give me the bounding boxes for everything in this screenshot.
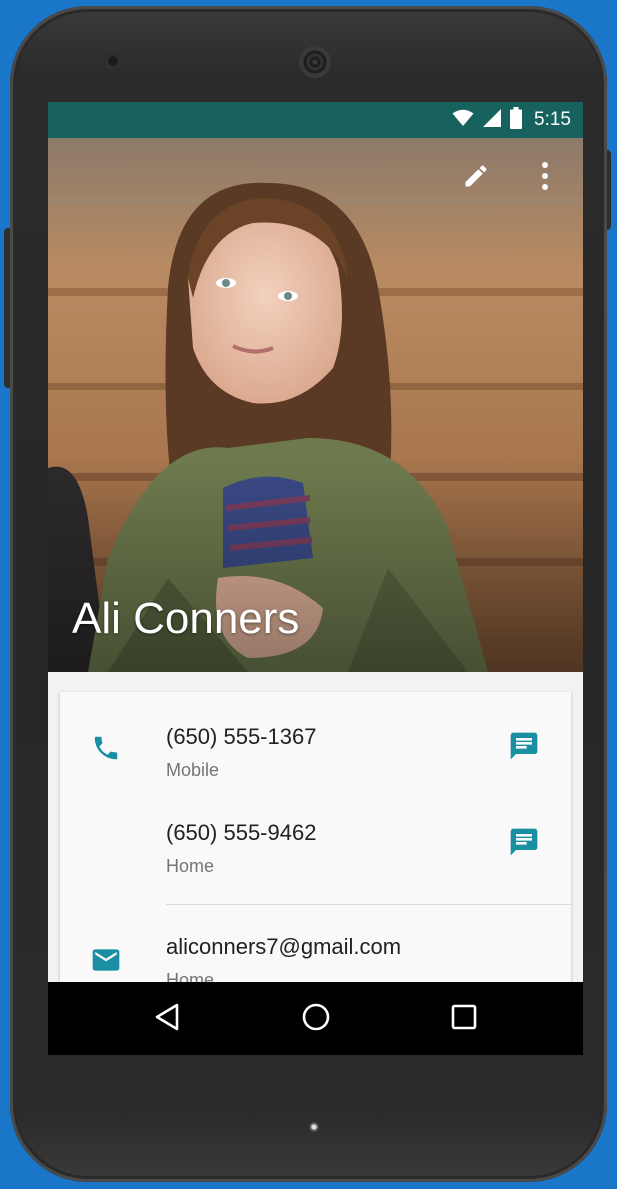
phone-icon bbox=[88, 730, 124, 766]
home-icon bbox=[301, 1002, 331, 1037]
back-button[interactable] bbox=[144, 996, 190, 1042]
home-button[interactable] bbox=[293, 996, 339, 1042]
contact-name: Ali Conners bbox=[72, 594, 300, 643]
more-vert-icon bbox=[541, 161, 549, 196]
phone-row-home[interactable]: (650) 555-9462 Home bbox=[60, 800, 571, 890]
status-icons: 5:15 bbox=[452, 102, 571, 138]
notification-led bbox=[309, 1122, 319, 1132]
phone-number: (650) 555-9462 bbox=[166, 820, 317, 845]
phone-frame: 5:15 Ali Conners (650) 555-1367 Mobile (… bbox=[10, 6, 607, 1182]
more-options-button[interactable] bbox=[525, 158, 565, 198]
message-icon bbox=[508, 730, 540, 767]
front-camera bbox=[104, 52, 122, 70]
section-divider bbox=[166, 904, 571, 905]
message-button[interactable] bbox=[504, 824, 544, 864]
back-icon bbox=[154, 1003, 180, 1036]
email-address: aliconners7@gmail.com bbox=[166, 934, 402, 959]
cell-signal-icon bbox=[482, 108, 502, 133]
edit-icon bbox=[462, 162, 490, 195]
screen: 5:15 Ali Conners (650) 555-1367 Mobile (… bbox=[48, 102, 583, 1055]
status-bar: 5:15 bbox=[48, 102, 583, 138]
phone-type: Mobile bbox=[166, 760, 220, 780]
message-icon bbox=[508, 826, 540, 863]
wifi-icon bbox=[452, 109, 474, 132]
recents-icon bbox=[451, 1004, 477, 1035]
navigation-bar bbox=[48, 982, 583, 1055]
recents-button[interactable] bbox=[441, 996, 487, 1042]
earpiece-speaker bbox=[299, 46, 331, 78]
phone-type: Home bbox=[166, 856, 215, 876]
contact-photo-header: Ali Conners bbox=[48, 138, 583, 672]
phone-row-mobile[interactable]: (650) 555-1367 Mobile bbox=[60, 704, 571, 794]
edit-button[interactable] bbox=[456, 158, 496, 198]
email-icon bbox=[88, 942, 124, 978]
contact-photo bbox=[48, 138, 583, 672]
battery-icon bbox=[510, 106, 523, 134]
message-button[interactable] bbox=[504, 728, 544, 768]
phone-number: (650) 555-1367 bbox=[166, 724, 317, 749]
status-time: 5:15 bbox=[534, 109, 571, 130]
